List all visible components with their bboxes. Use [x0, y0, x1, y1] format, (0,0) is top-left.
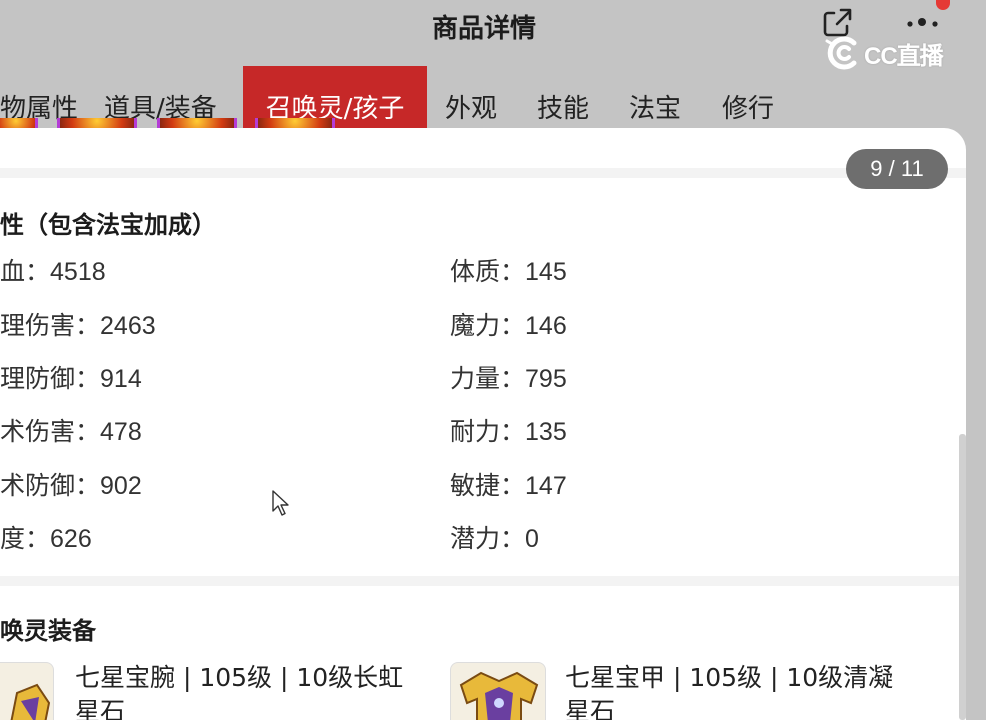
- stat-magic-defense: 术防御：902: [0, 471, 142, 500]
- more-options-icon[interactable]: [904, 10, 944, 32]
- scrollbar[interactable]: [959, 434, 966, 720]
- stat-magic: 魔力：146: [450, 311, 567, 340]
- tab-cultivation[interactable]: 修行: [722, 66, 774, 128]
- stat-agility: 敏捷：147: [450, 471, 567, 500]
- armor-icon: [459, 671, 539, 720]
- image-counter-badge: 9 / 11: [846, 149, 948, 189]
- attributes-section-title: 性（包含法宝加成）: [0, 211, 216, 239]
- stat-physical-defense: 理防御：914: [0, 364, 142, 393]
- stat-constitution: 体质：145: [450, 257, 567, 286]
- section-divider: [0, 576, 966, 586]
- tab-bar: 物属性 道具/装备 召唤灵/孩子 外观 技能 法宝 修行: [0, 66, 968, 128]
- summon-equipment-title: 唤灵装备: [0, 617, 96, 645]
- detail-panel: 9 / 11 性（包含法宝加成） 血：4518 理伤害：2463 理防御：914…: [0, 128, 966, 720]
- section-divider: [0, 168, 966, 178]
- equipment-name: 七星宝甲 | 105级 | 10级清凝 星石: [565, 663, 894, 720]
- bracer-icon: [10, 683, 51, 720]
- stat-speed: 度：626: [0, 524, 92, 553]
- tab-treasures[interactable]: 法宝: [629, 66, 681, 128]
- stat-hp: 血：4518: [0, 257, 106, 286]
- equipment-thumbnail[interactable]: [450, 662, 546, 720]
- stat-physical-damage: 理伤害：2463: [0, 311, 156, 340]
- stat-strength: 力量：795: [450, 364, 567, 393]
- equipment-thumbnail[interactable]: [0, 662, 54, 720]
- mouse-cursor-icon: [272, 490, 289, 516]
- equipment-name: 七星宝腕 | 105级 | 10级长虹 星石: [75, 663, 404, 720]
- stat-potential: 潜力：0: [450, 524, 539, 553]
- tab-appearance[interactable]: 外观: [445, 66, 497, 128]
- stat-magic-damage: 术伤害：478: [0, 417, 142, 446]
- stat-endurance: 耐力：135: [450, 417, 567, 446]
- tab-skills[interactable]: 技能: [537, 66, 589, 128]
- top-bar: 商品详情 CC直播: [0, 0, 968, 70]
